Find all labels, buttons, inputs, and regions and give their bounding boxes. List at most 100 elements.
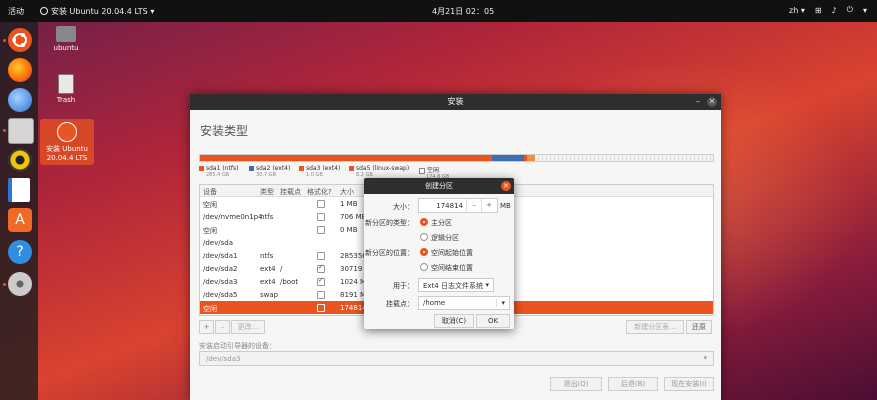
running-indicator xyxy=(3,283,6,286)
network-icon[interactable]: ⊞ xyxy=(815,6,822,15)
chevron-down-icon[interactable]: ▾ xyxy=(496,299,505,307)
chevron-down-icon: ▾ xyxy=(150,7,155,16)
cell-device: 空闲 xyxy=(203,305,217,313)
home-folder-icon xyxy=(56,26,76,42)
legend-swatch xyxy=(349,166,354,171)
cdrom-icon[interactable] xyxy=(8,272,32,296)
chevron-down-icon: ▾ xyxy=(485,281,489,289)
desktop-icon-installer[interactable]: 安装 Ubuntu 20.04.4 LTS xyxy=(40,119,94,165)
increment-button[interactable]: + xyxy=(481,199,496,212)
radio-logical[interactable]: 逻辑分区 xyxy=(420,233,459,243)
radio-indicator xyxy=(420,233,428,241)
back-button[interactable]: 后退(B) xyxy=(608,377,658,391)
size-value[interactable]: 174814 xyxy=(436,202,463,210)
column-header[interactable]: 设备 xyxy=(203,187,217,197)
format-checkbox[interactable] xyxy=(317,200,325,208)
install-now-button[interactable]: 现在安装(I) xyxy=(664,377,714,391)
column-header[interactable]: 类型 xyxy=(260,187,274,197)
close-icon[interactable]: ✕ xyxy=(707,97,717,107)
system-tray[interactable]: zh ▾ ⊞ ♪ ⏻ ▾ xyxy=(789,5,867,15)
legend-swatch xyxy=(419,167,425,174)
desktop-icon-label: ubuntu xyxy=(53,44,79,52)
rhythmbox-icon[interactable] xyxy=(8,148,32,172)
activities-button[interactable]: 活动 xyxy=(8,6,24,17)
size-spinbox[interactable]: 174814 – + xyxy=(418,198,498,213)
minimize-icon[interactable]: – xyxy=(693,97,703,107)
column-header[interactable]: 大小 xyxy=(340,187,354,197)
size-unit: MB xyxy=(500,202,511,210)
format-checkbox[interactable] xyxy=(317,276,325,286)
new-partition-table-button[interactable]: 新建分区表... xyxy=(626,320,684,334)
power-icon[interactable]: ⏻ xyxy=(847,5,853,15)
revert-button[interactable]: 还原 xyxy=(686,320,712,334)
legend-item: sda1 (ntfs) 285.4 GB xyxy=(199,165,238,178)
legend-size: 285.4 GB xyxy=(206,172,230,178)
chevron-down-icon[interactable]: ▾ xyxy=(863,6,867,15)
quit-button[interactable]: 退出(Q) xyxy=(550,377,602,391)
cell-device: /dev/nvme0n1p4 xyxy=(203,213,263,221)
format-checkbox[interactable] xyxy=(317,291,325,299)
cell-mount: / xyxy=(280,265,283,273)
language-indicator[interactable]: zh ▾ xyxy=(789,6,805,15)
close-icon[interactable]: ✕ xyxy=(501,181,511,191)
partition-bar-sda2 xyxy=(492,155,524,161)
column-header[interactable]: 格式化? xyxy=(307,187,332,197)
chevron-down-icon: ▾ xyxy=(703,354,707,362)
partition-type-label: 新分区的类型： xyxy=(365,219,414,227)
format-checkbox[interactable] xyxy=(317,226,325,234)
help-icon[interactable]: ? xyxy=(8,240,32,264)
firefox-icon[interactable] xyxy=(8,58,32,82)
desktop-icon-label: 安装 Ubuntu 20.04.4 LTS xyxy=(46,145,88,162)
cell-mount: /boot xyxy=(280,278,299,286)
window-titlebar[interactable]: 安装 – ✕ xyxy=(190,94,721,110)
partition-bar xyxy=(199,154,714,162)
format-checkbox[interactable] xyxy=(317,213,325,221)
legend-item: sda2 (ext4) 30.7 GB xyxy=(249,165,290,178)
radio-label: 主分区 xyxy=(431,219,452,227)
partition-bar-sda1 xyxy=(200,155,492,161)
cell-device: /dev/sda xyxy=(203,239,233,247)
app-menu-label: 安装 Ubuntu 20.04.4 LTS xyxy=(51,7,148,16)
cell-device: 空闲 xyxy=(203,201,217,209)
radio-primary[interactable]: 主分区 xyxy=(420,218,452,228)
format-checkbox[interactable] xyxy=(317,263,325,273)
desktop-icon-trash[interactable]: Trash xyxy=(40,74,92,104)
software-center-icon[interactable]: A xyxy=(8,208,32,232)
remove-partition-button[interactable]: – xyxy=(215,320,230,334)
partition-location-label: 新分区的位置： xyxy=(365,249,414,257)
radio-indicator xyxy=(420,218,428,226)
desktop-icon-label: Trash xyxy=(56,96,76,104)
cell-type: swap xyxy=(260,291,279,299)
legend-size: 30.7 GB xyxy=(256,172,277,178)
libreoffice-writer-icon[interactable] xyxy=(8,178,30,202)
legend-item: sda5 (linux-swap) 8.2 GB xyxy=(349,165,409,178)
ok-button[interactable]: OK xyxy=(476,314,510,328)
cell-type: ext4 xyxy=(260,278,276,286)
window-title: 安装 xyxy=(447,97,464,106)
change-partition-button[interactable]: 更改... xyxy=(231,320,265,334)
mount-point-combo[interactable]: /home ▾ xyxy=(418,296,510,310)
boot-loader-select[interactable]: /dev/sda3 ▾ xyxy=(199,351,714,366)
volume-icon[interactable]: ♪ xyxy=(832,6,837,15)
legend-size: 1.0 GB xyxy=(306,172,323,178)
clock[interactable]: 4月21日 02：05 xyxy=(432,6,494,17)
add-partition-button[interactable]: + xyxy=(199,320,214,334)
partition-bar-free xyxy=(535,155,713,161)
thunderbird-icon[interactable] xyxy=(8,88,32,112)
legend-name: 空闲 xyxy=(427,167,440,174)
app-menu[interactable]: 安装 Ubuntu 20.04.4 LTS ▾ xyxy=(40,6,154,17)
decrement-button[interactable]: – xyxy=(466,199,481,212)
ubuntu-installer-icon[interactable] xyxy=(8,28,32,52)
cancel-button[interactable]: 取消(C) xyxy=(434,314,474,328)
column-header[interactable]: 挂载点 xyxy=(280,187,301,197)
use-as-select[interactable]: Ext4 日志文件系统 ▾ xyxy=(418,278,494,292)
mount-point-value[interactable]: /home xyxy=(423,299,445,307)
dialog-titlebar[interactable]: 创建分区 ✕ xyxy=(364,178,514,194)
app-menu-icon xyxy=(40,7,48,15)
format-checkbox[interactable] xyxy=(317,252,325,260)
desktop-icon-home[interactable]: ubuntu xyxy=(40,26,92,52)
files-icon[interactable] xyxy=(8,118,34,144)
radio-end[interactable]: 空间结束位置 xyxy=(420,263,473,273)
radio-beginning[interactable]: 空间起始位置 xyxy=(420,248,473,258)
format-checkbox[interactable] xyxy=(317,304,325,312)
